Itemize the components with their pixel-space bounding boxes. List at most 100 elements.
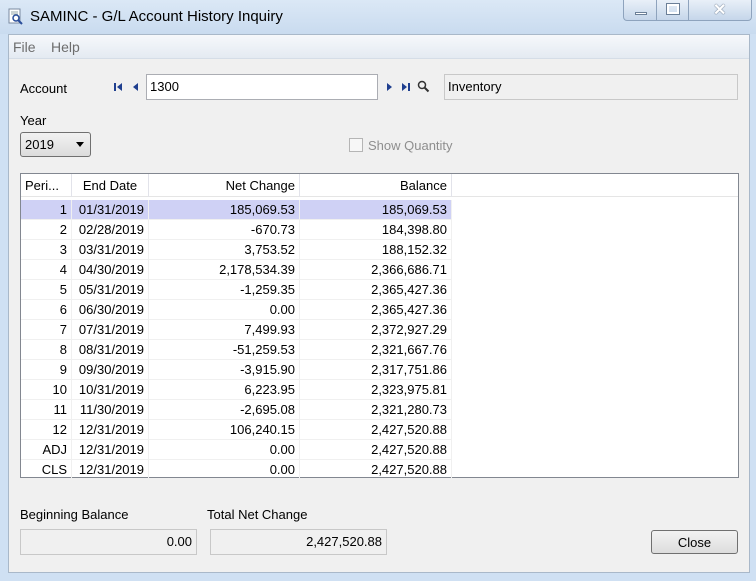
window-title: SAMINC - G/L Account History Inquiry xyxy=(30,8,283,25)
menu-bar: File Help xyxy=(9,35,749,59)
cell-end-date: 11/30/2019 xyxy=(72,400,149,420)
cell-net-change: -3,915.90 xyxy=(149,360,300,380)
table-row[interactable]: 6 06/30/2019 0.00 2,365,427.36 xyxy=(21,300,738,320)
cell-end-date: 08/31/2019 xyxy=(72,340,149,360)
cell-period: CLS xyxy=(21,460,72,480)
year-label: Year xyxy=(20,113,47,128)
cell-net-change: -51,259.53 xyxy=(149,340,300,360)
cell-end-date: 09/30/2019 xyxy=(72,360,149,380)
menu-help[interactable]: Help xyxy=(51,39,80,55)
table-row[interactable]: 1 01/31/2019 185,069.53 185,069.53 xyxy=(21,200,738,220)
cell-balance: 2,317,751.86 xyxy=(300,360,452,380)
cell-period: 12 xyxy=(21,420,72,440)
cell-end-date: 06/30/2019 xyxy=(72,300,149,320)
cell-period: 1 xyxy=(21,200,72,220)
cell-period: 11 xyxy=(21,400,72,420)
cell-net-change: -670.73 xyxy=(149,220,300,240)
total-net-change-value: 2,427,520.88 xyxy=(210,529,387,555)
cell-period: 2 xyxy=(21,220,72,240)
cell-balance: 2,427,520.88 xyxy=(300,460,452,480)
window-client: File Help Account 1300 Inventory Year 20… xyxy=(8,34,750,573)
show-quantity-label: Show Quantity xyxy=(368,138,453,153)
menu-file[interactable]: File xyxy=(13,39,36,55)
table-row[interactable]: 12 12/31/2019 106,240.15 2,427,520.88 xyxy=(21,420,738,440)
cell-end-date: 07/31/2019 xyxy=(72,320,149,340)
column-header-end-date[interactable]: End Date xyxy=(72,174,149,197)
table-row[interactable]: 8 08/31/2019 -51,259.53 2,321,667.76 xyxy=(21,340,738,360)
cell-net-change: -1,259.35 xyxy=(149,280,300,300)
column-header-balance[interactable]: Balance xyxy=(300,174,452,197)
cell-balance: 184,398.80 xyxy=(300,220,452,240)
account-description: Inventory xyxy=(444,74,738,100)
cell-period: 7 xyxy=(21,320,72,340)
table-row[interactable]: 2 02/28/2019 -670.73 184,398.80 xyxy=(21,220,738,240)
cell-end-date: 05/31/2019 xyxy=(72,280,149,300)
account-input[interactable]: 1300 xyxy=(146,74,378,100)
last-record-icon[interactable] xyxy=(399,81,411,93)
cell-end-date: 01/31/2019 xyxy=(72,200,149,220)
cell-balance: 2,365,427.36 xyxy=(300,300,452,320)
table-row[interactable]: 3 03/31/2019 3,753.52 188,152.32 xyxy=(21,240,738,260)
cell-end-date: 03/31/2019 xyxy=(72,240,149,260)
table-row[interactable]: 5 05/31/2019 -1,259.35 2,365,427.36 xyxy=(21,280,738,300)
table-row[interactable]: 11 11/30/2019 -2,695.08 2,321,280.73 xyxy=(21,400,738,420)
maximize-button[interactable] xyxy=(656,0,689,21)
show-quantity-checkbox[interactable] xyxy=(349,138,363,152)
cell-balance: 2,372,927.29 xyxy=(300,320,452,340)
window-close-button[interactable]: ✕ xyxy=(688,0,752,21)
cell-net-change: 6,223.95 xyxy=(149,380,300,400)
beginning-balance-value: 0.00 xyxy=(20,529,197,555)
close-button[interactable]: Close xyxy=(651,530,738,554)
cell-net-change: 7,499.93 xyxy=(149,320,300,340)
cell-balance: 2,321,667.76 xyxy=(300,340,452,360)
first-record-icon[interactable] xyxy=(113,81,125,93)
cell-period: 3 xyxy=(21,240,72,260)
cell-period: 9 xyxy=(21,360,72,380)
finder-search-icon[interactable] xyxy=(417,80,430,93)
cell-net-change: 185,069.53 xyxy=(149,200,300,220)
cell-balance: 2,365,427.36 xyxy=(300,280,452,300)
next-record-icon[interactable] xyxy=(383,81,395,93)
cell-period: 8 xyxy=(21,340,72,360)
year-select[interactable]: 2019 xyxy=(20,132,91,157)
table-row[interactable]: 10 10/31/2019 6,223.95 2,323,975.81 xyxy=(21,380,738,400)
table-row[interactable]: 7 07/31/2019 7,499.93 2,372,927.29 xyxy=(21,320,738,340)
cell-period: 4 xyxy=(21,260,72,280)
table-row[interactable]: 9 09/30/2019 -3,915.90 2,317,751.86 xyxy=(21,360,738,380)
cell-balance: 2,427,520.88 xyxy=(300,420,452,440)
cell-balance: 2,427,520.88 xyxy=(300,440,452,460)
cell-end-date: 10/31/2019 xyxy=(72,380,149,400)
cell-period: ADJ xyxy=(21,440,72,460)
magnifier-document-icon xyxy=(8,8,23,25)
table-row[interactable]: ADJ 12/31/2019 0.00 2,427,520.88 xyxy=(21,440,738,460)
previous-record-icon[interactable] xyxy=(130,81,142,93)
table-header: Peri... End Date Net Change Balance xyxy=(21,174,738,197)
history-table[interactable]: Peri... End Date Net Change Balance 1 01/… xyxy=(20,173,739,480)
cell-net-change: 0.00 xyxy=(149,460,300,480)
cell-net-change: -2,695.08 xyxy=(149,400,300,420)
column-header-period[interactable]: Peri... xyxy=(21,174,72,197)
cell-balance: 188,152.32 xyxy=(300,240,452,260)
table-row[interactable]: 4 04/30/2019 2,178,534.39 2,366,686.71 xyxy=(21,260,738,280)
cell-period: 10 xyxy=(21,380,72,400)
column-header-net-change[interactable]: Net Change xyxy=(149,174,300,197)
year-selected-value: 2019 xyxy=(25,137,54,152)
cell-end-date: 02/28/2019 xyxy=(72,220,149,240)
cell-end-date: 12/31/2019 xyxy=(72,420,149,440)
minimize-button[interactable] xyxy=(623,0,657,21)
cell-balance: 2,323,975.81 xyxy=(300,380,452,400)
cell-end-date: 12/31/2019 xyxy=(72,460,149,480)
maximize-icon xyxy=(666,3,680,15)
table-row[interactable]: CLS 12/31/2019 0.00 2,427,520.88 xyxy=(21,460,738,480)
cell-net-change: 0.00 xyxy=(149,300,300,320)
cell-period: 5 xyxy=(21,280,72,300)
cell-net-change: 0.00 xyxy=(149,440,300,460)
cell-end-date: 12/31/2019 xyxy=(72,440,149,460)
cell-net-change: 106,240.15 xyxy=(149,420,300,440)
close-icon: ✕ xyxy=(713,2,727,19)
account-label: Account xyxy=(20,81,67,96)
total-net-change-label: Total Net Change xyxy=(207,507,308,522)
cell-net-change: 2,178,534.39 xyxy=(149,260,300,280)
title-bar[interactable]: SAMINC - G/L Account History Inquiry ✕ xyxy=(0,0,756,34)
minimize-icon xyxy=(635,12,647,15)
